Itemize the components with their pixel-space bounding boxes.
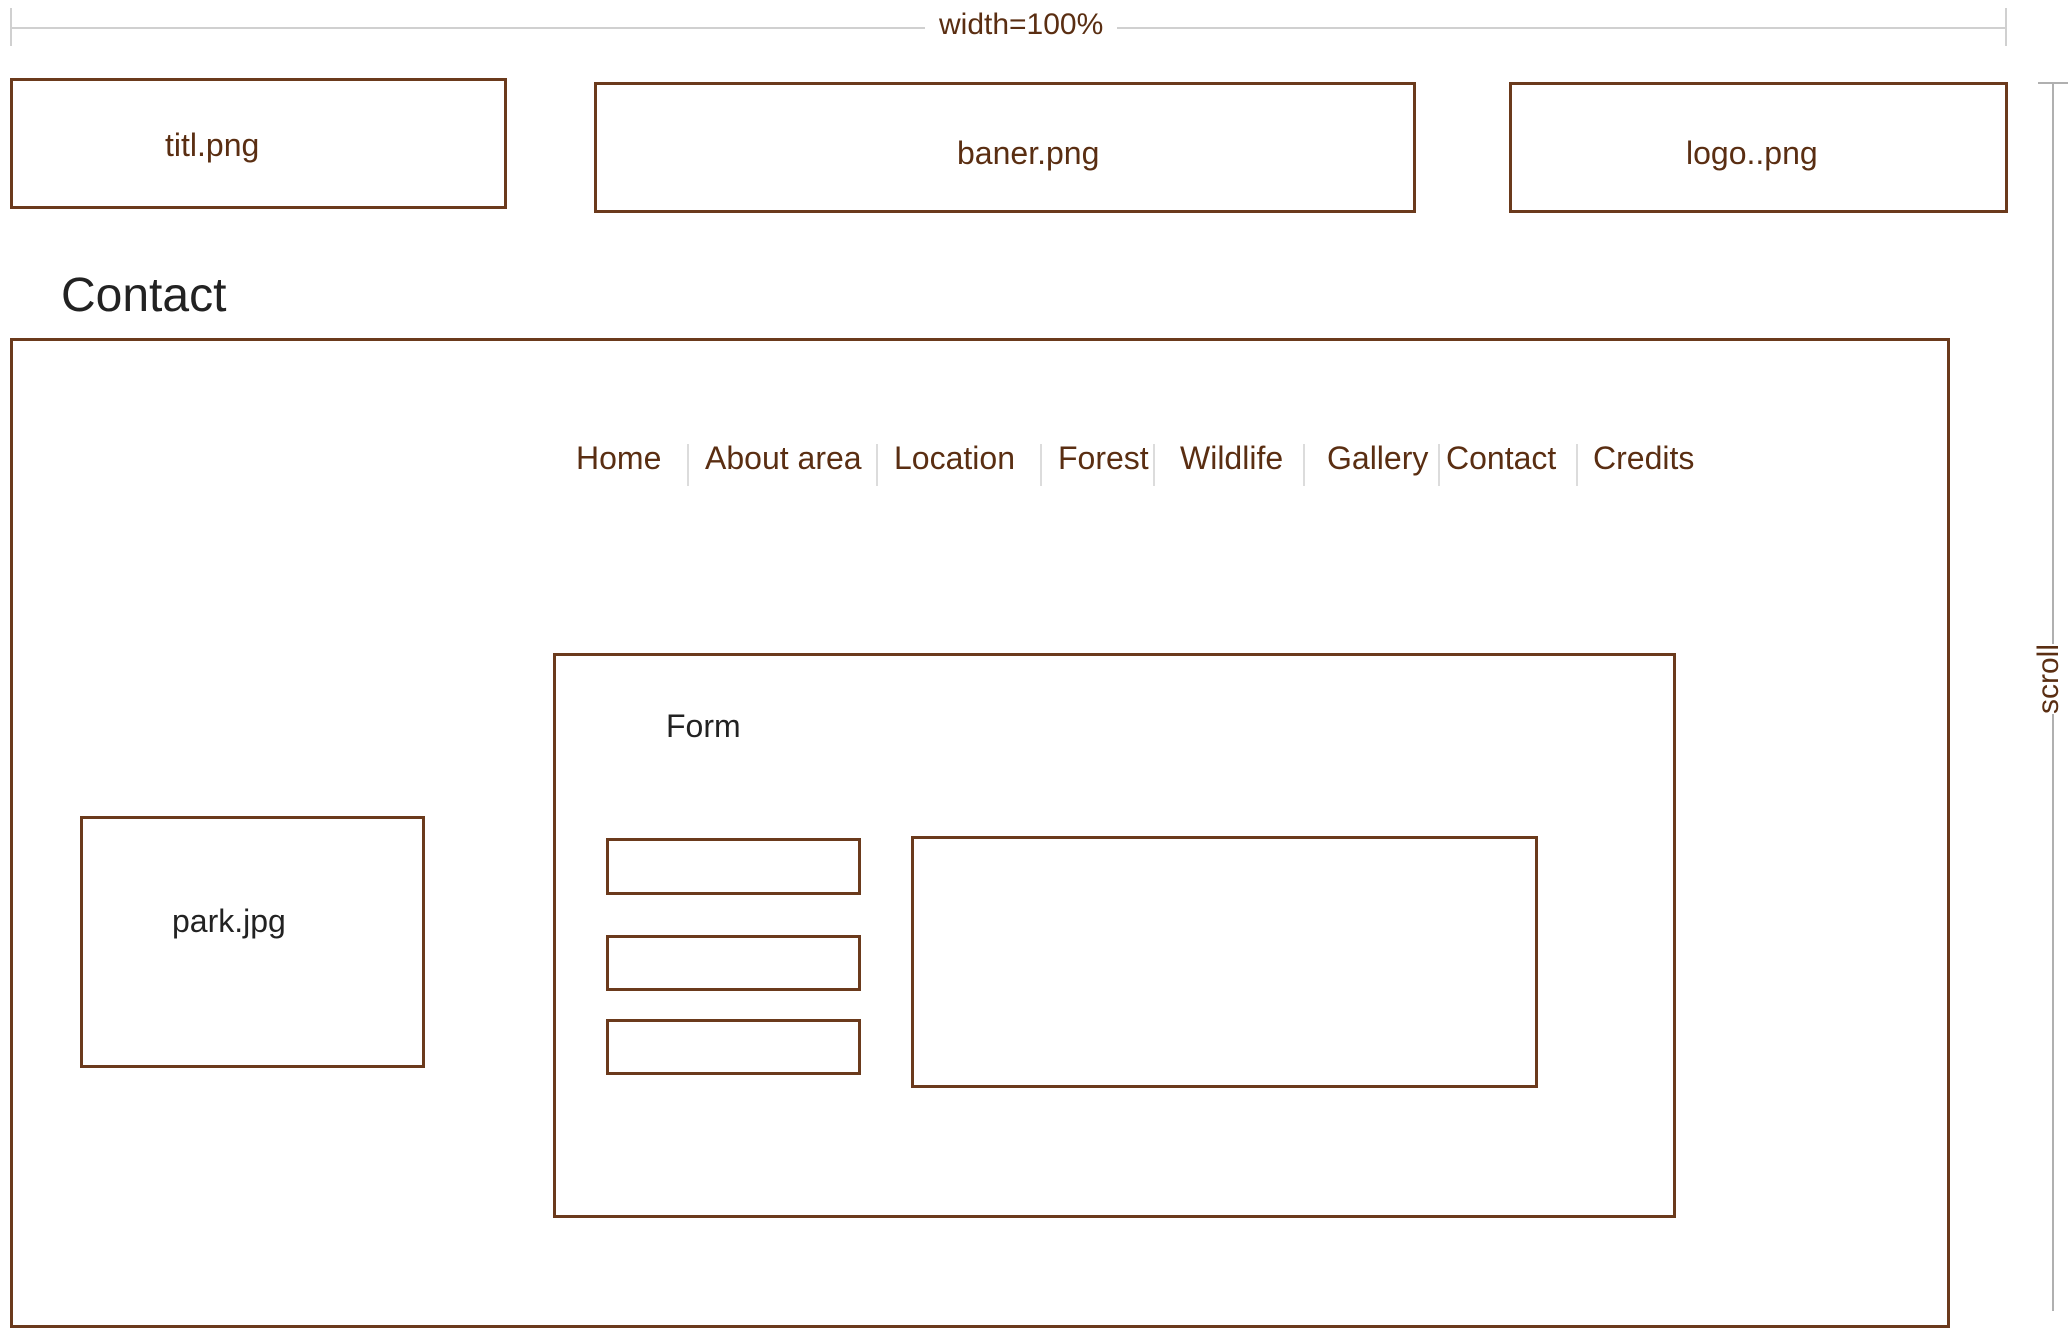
nav-item-credits[interactable]: Credits [1593, 440, 1694, 477]
title-image-label: titl.png [165, 127, 260, 163]
logo-image-label: logo..png [1686, 135, 1818, 171]
form-input-field[interactable] [606, 935, 861, 991]
title-image-placeholder: titl.png [10, 78, 507, 209]
nav-separator [1303, 444, 1305, 486]
banner-image-label: baner.png [957, 135, 1100, 171]
scroll-annotation-label: scroll [2026, 643, 2068, 715]
nav-item-gallery[interactable]: Gallery [1327, 440, 1428, 477]
logo-image-placeholder: logo..png [1509, 82, 2008, 213]
nav-separator [876, 444, 878, 486]
nav-item-home[interactable]: Home [576, 440, 661, 477]
nav-item-contact[interactable]: Contact [1446, 440, 1556, 477]
width-annotation-label: width=100% [925, 8, 1118, 42]
nav-item-location[interactable]: Location [894, 440, 1015, 477]
width-dimension-right-tick [2005, 8, 2007, 46]
nav-separator [1153, 444, 1155, 486]
page-title: Contact [61, 269, 227, 322]
nav-item-forest[interactable]: Forest [1058, 440, 1149, 477]
nav-separator [1576, 444, 1578, 486]
form-title: Form [666, 708, 741, 744]
form-message-textarea[interactable] [911, 836, 1538, 1088]
nav-item-about-area[interactable]: About area [705, 440, 862, 477]
nav-separator [1040, 444, 1042, 486]
banner-image-placeholder: baner.png [594, 82, 1416, 213]
nav-separator [687, 444, 689, 486]
nav-separator [1438, 444, 1440, 486]
park-image-label: park.jpg [172, 903, 286, 939]
form-input-field[interactable] [606, 1019, 861, 1075]
park-image-placeholder: park.jpg [80, 816, 425, 1068]
form-input-field[interactable] [606, 838, 861, 895]
nav-item-wildlife[interactable]: Wildlife [1180, 440, 1283, 477]
